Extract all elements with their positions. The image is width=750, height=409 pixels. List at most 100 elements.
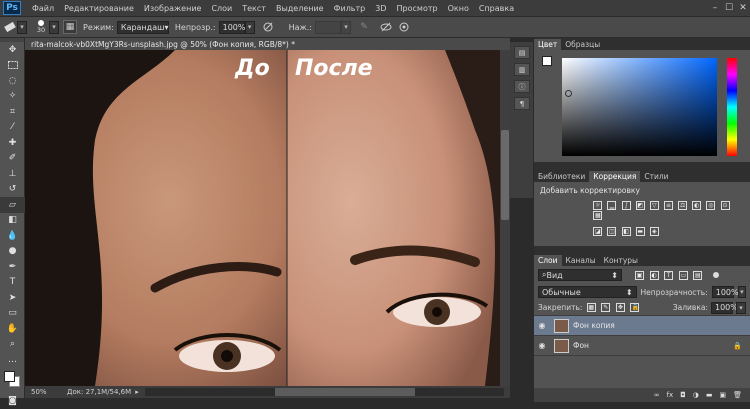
layer-row-background[interactable]: ◉ Фон 🔒 [534,336,750,356]
tab-paths[interactable]: Контуры [600,255,642,266]
selective-color-icon[interactable]: ◈ [650,227,659,236]
tab-styles[interactable]: Стили [640,171,672,182]
status-arrow-icon[interactable]: ▸ [135,388,139,396]
minimize-button[interactable]: – [708,3,722,13]
color-picker-cursor[interactable] [565,90,572,97]
menu-item[interactable]: Изображение [139,4,207,13]
hand-tool-icon[interactable]: ✋ [0,321,25,337]
tool-preset-dropdown[interactable]: ▾ [17,21,27,34]
tab-color[interactable]: Цвет [534,39,561,50]
history-panel-icon[interactable]: ▤ [514,46,530,59]
lock-all-icon[interactable]: 🔒 [630,303,639,312]
color-swatches[interactable] [0,368,24,394]
shape-tool-icon[interactable]: ▭ [0,306,25,322]
posterize-icon[interactable]: ◫ [607,227,616,236]
pressure-size-icon[interactable] [397,20,411,34]
menu-item[interactable]: Редактирование [59,4,139,13]
blend-mode-select[interactable]: Обычные⬍ [538,286,637,298]
crop-tool-icon[interactable]: ⌗ [0,104,25,120]
foreground-color-swatch[interactable] [4,371,15,382]
vertical-scrollbar[interactable] [500,50,510,386]
menu-item[interactable]: Слои [206,4,237,13]
color-balance-icon[interactable]: ⚖ [678,201,687,210]
filter-pixel-icon[interactable]: ▣ [635,271,644,280]
document-tab[interactable]: rita-malcok-vb0XtMgY3Rs-unsplash.jpg @ 5… [25,38,510,50]
layer-name[interactable]: Фон [573,341,589,350]
hue-slider[interactable] [727,58,737,156]
gradient-map-icon[interactable]: ▬ [636,227,645,236]
zoom-tool-icon[interactable]: ⌕ [0,337,25,353]
black-white-icon[interactable]: ◐ [692,201,701,210]
eraser-tool-icon[interactable] [3,20,17,34]
erase-to-history-icon[interactable] [379,20,393,34]
menu-item[interactable]: 3D [370,4,391,13]
exposure-icon[interactable]: ◩ [636,201,645,210]
mode-select[interactable]: Карандаш▾ [117,21,169,34]
healing-brush-tool-icon[interactable]: ✚ [0,135,25,151]
lock-pixels-icon[interactable]: ✎ [601,303,610,312]
horizontal-scrollbar-thumb[interactable] [275,388,415,396]
lock-position-icon[interactable]: ✥ [616,303,625,312]
close-button[interactable]: ✕ [736,3,750,13]
layer-opacity-field[interactable]: 100% [712,286,734,298]
vibrance-icon[interactable]: ▽ [650,201,659,210]
channel-mixer-icon[interactable]: ⊙ [721,201,730,210]
quick-select-tool-icon[interactable]: ✧ [0,89,25,105]
menu-item[interactable]: Справка [474,4,519,13]
visibility-eye-icon[interactable]: ◉ [534,321,550,330]
pen-tool-icon[interactable]: ✒ [0,259,25,275]
layer-name[interactable]: Фон копия [573,321,615,330]
filter-adjust-icon[interactable]: ◐ [650,271,659,280]
menu-item[interactable]: Текст [237,4,271,13]
horizontal-scrollbar[interactable] [145,388,504,396]
curves-icon[interactable]: ∫ [622,201,631,210]
filter-toggle-icon[interactable] [713,272,719,278]
menu-item[interactable]: Фильтр [329,4,371,13]
invert-icon[interactable]: ◪ [593,227,602,236]
brush-preview[interactable]: 30 [33,20,49,34]
paragraph-panel-icon[interactable]: ¶ [514,97,530,110]
filter-shape-icon[interactable]: ▭ [679,271,688,280]
layer-filter-select[interactable]: ⌕Вид⬍ [538,269,622,281]
menu-item[interactable]: Выделение [271,4,329,13]
threshold-icon[interactable]: ◧ [622,227,631,236]
photo-filter-icon[interactable]: ◎ [706,201,715,210]
color-picker-field[interactable] [562,58,717,156]
tab-channels[interactable]: Каналы [562,255,600,266]
layer-opacity-dropdown[interactable]: ▾ [738,286,746,298]
color-lookup-icon[interactable]: ▦ [593,211,602,220]
brightness-icon[interactable]: ☼ [593,201,602,210]
scrollbar-thumb[interactable] [501,130,509,220]
pressure-opacity-icon[interactable] [261,20,275,34]
info-panel-icon[interactable]: ⓘ [514,80,530,93]
tab-layers[interactable]: Слои [534,255,562,266]
type-tool-icon[interactable]: T [0,275,25,291]
marquee-tool-icon[interactable] [0,58,25,74]
pressure-dropdown[interactable]: ▾ [341,21,351,34]
path-select-tool-icon[interactable]: ➤ [0,290,25,306]
menu-item[interactable]: Файл [27,4,59,13]
brush-tool-icon[interactable]: ✐ [0,151,25,167]
fill-field[interactable]: 100% [711,302,733,314]
quick-mask-icon[interactable]: ◙ [0,394,25,409]
tab-libraries[interactable]: Библиотеки [534,171,589,182]
filter-type-icon[interactable]: T [664,271,673,280]
menu-item[interactable]: Окно [443,4,474,13]
eyedropper-tool-icon[interactable]: ⁄ [0,120,25,136]
extra-tools-icon[interactable]: … [0,352,25,368]
foreground-swatch[interactable] [542,56,552,66]
opacity-field[interactable]: 100% [219,21,245,34]
maximize-button[interactable]: ☐ [722,3,736,13]
brush-dropdown[interactable]: ▾ [49,21,59,34]
history-brush-tool-icon[interactable]: ↺ [0,182,25,198]
filter-smart-icon[interactable]: ▤ [693,271,702,280]
lasso-tool-icon[interactable]: ◌ [0,73,25,89]
properties-panel-icon[interactable]: ▥ [514,63,530,76]
zoom-level[interactable]: 50% [25,388,67,396]
clone-stamp-tool-icon[interactable]: ⊥ [0,166,25,182]
lock-transparent-icon[interactable]: ▦ [587,303,596,312]
dodge-tool-icon[interactable]: ● [0,244,25,260]
tab-adjustments[interactable]: Коррекция [589,171,640,182]
move-tool-icon[interactable]: ✥ [0,42,25,58]
menu-item[interactable]: Просмотр [392,4,443,13]
